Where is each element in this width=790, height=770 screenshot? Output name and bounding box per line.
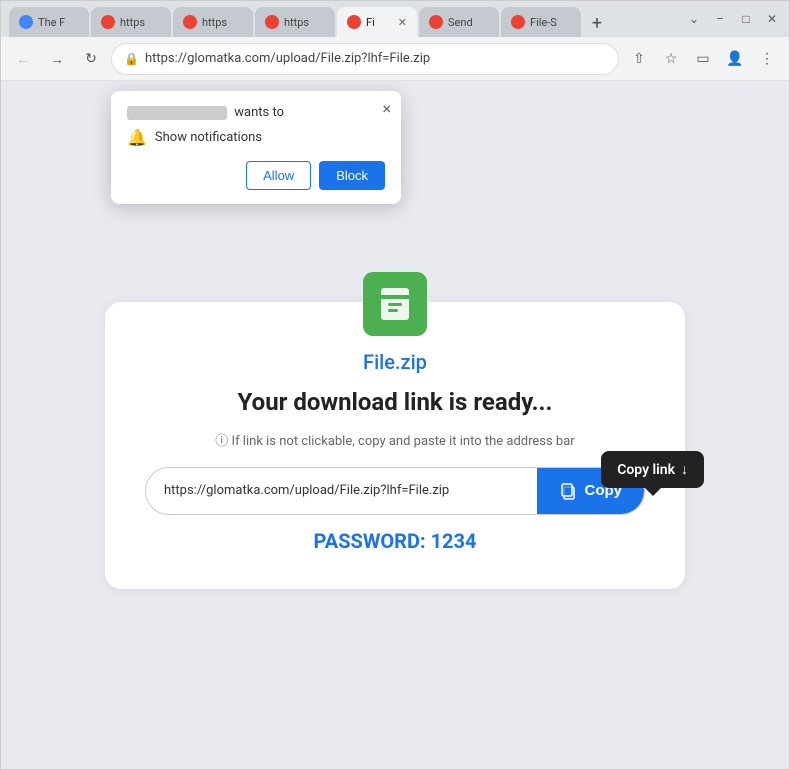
address-text: https://glomatka.com/upload/File.zip?lhf… [145, 51, 606, 66]
copy-icon [559, 482, 577, 500]
file-name-label: File.zip [363, 350, 427, 374]
tab-icon-3 [183, 15, 197, 29]
info-icon: ⓘ [215, 434, 228, 449]
tab-bar: The F https https https Fi ✕ Send [9, 1, 677, 37]
tab-label-2: https [120, 16, 145, 29]
tab-3[interactable]: https [173, 7, 253, 37]
tab-label-5: Fi [366, 16, 375, 29]
tab-icon-6 [429, 15, 443, 29]
tooltip-arrow-icon: ↓ [681, 461, 688, 478]
tab-icon-5 [347, 15, 361, 29]
hint-text: ⓘ If link is not clickable, copy and pas… [215, 430, 574, 449]
lock-icon: 🔒 [124, 52, 139, 66]
tab-7[interactable]: File-S [501, 7, 581, 37]
file-icon [363, 272, 427, 336]
tab-icon-2 [101, 15, 115, 29]
link-url-text: https://glomatka.com/upload/File.zip?lhf… [146, 469, 537, 512]
permission-label: Show notifications [155, 130, 262, 145]
share-button[interactable]: ⇧ [625, 45, 653, 73]
tab-icon-1 [19, 15, 33, 29]
menu-button[interactable]: ⋮ [753, 45, 781, 73]
cast-button[interactable]: ▭ [689, 45, 717, 73]
maximize-button[interactable]: □ [737, 10, 755, 28]
nav-bar: ← → ↻ 🔒 https://glomatka.com/upload/File… [1, 37, 789, 81]
notification-buttons: Allow Block [127, 161, 385, 190]
tab-close-5[interactable]: ✕ [398, 16, 407, 29]
page-content: OK × wants to 🔔 Show notifications Allow… [1, 81, 789, 769]
tab-label-6: Send [448, 16, 473, 29]
bookmark-button[interactable]: ☆ [657, 45, 685, 73]
notification-site: wants to [127, 105, 385, 120]
title-bar: The F https https https Fi ✕ Send [1, 1, 789, 37]
forward-button[interactable]: → [43, 45, 71, 73]
tab-icon-7 [511, 15, 525, 29]
minimize-button[interactable]: – [711, 10, 729, 28]
copy-link-tooltip: Copy link ↓ [601, 451, 704, 488]
tab-4[interactable]: https [255, 7, 335, 37]
tab-label-7: File-S [530, 16, 557, 29]
tab-label-4: https [284, 16, 309, 29]
window-controls: ⌄ – □ ✕ [685, 10, 781, 28]
chevron-down-button[interactable]: ⌄ [685, 10, 703, 28]
block-button[interactable]: Block [319, 161, 385, 190]
site-url-blurred [127, 106, 227, 120]
wants-to-text: wants to [234, 105, 284, 120]
notification-popup: × wants to 🔔 Show notifications Allow Bl… [111, 91, 401, 204]
hint-text-content: If link is not clickable, copy and paste… [232, 434, 575, 449]
address-bar[interactable]: 🔒 https://glomatka.com/upload/File.zip?l… [111, 43, 619, 75]
tab-2[interactable]: https [91, 7, 171, 37]
browser-window: The F https https https Fi ✕ Send [0, 0, 790, 770]
bell-icon: 🔔 [127, 128, 147, 147]
tab-6[interactable]: Send [419, 7, 499, 37]
tab-1[interactable]: The F [9, 7, 89, 37]
main-card: File.zip Your download link is ready... … [105, 302, 685, 589]
close-button[interactable]: ✕ [763, 10, 781, 28]
tab-5-active[interactable]: Fi ✕ [337, 7, 417, 37]
notification-permission: 🔔 Show notifications [127, 128, 385, 147]
tooltip-label: Copy link [617, 462, 675, 478]
back-button[interactable]: ← [9, 45, 37, 73]
nav-actions: ⇧ ☆ ▭ 👤 ⋮ [625, 45, 781, 73]
profile-button[interactable]: 👤 [721, 45, 749, 73]
link-row: https://glomatka.com/upload/File.zip?lhf… [145, 467, 645, 515]
tab-label-3: https [202, 16, 227, 29]
tab-label-1: The F [38, 16, 65, 29]
allow-button[interactable]: Allow [246, 161, 311, 190]
new-tab-button[interactable]: + [583, 9, 611, 37]
download-title: Your download link is ready... [238, 388, 553, 416]
reload-button[interactable]: ↻ [77, 45, 105, 73]
password-text: PASSWORD: 1234 [314, 529, 477, 553]
tab-icon-4 [265, 15, 279, 29]
notification-close-button[interactable]: × [382, 99, 391, 118]
